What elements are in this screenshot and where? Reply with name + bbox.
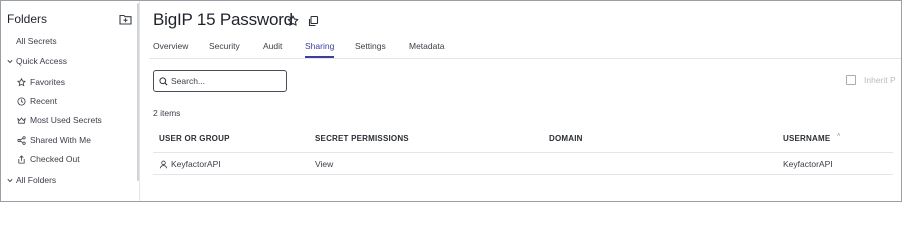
sidebar-scrollbar[interactable] [137,3,139,181]
sidebar-item-label: All Secrets [16,36,57,46]
sidebar-item-label: All Folders [16,175,57,185]
inherit-permissions[interactable]: Inherit P [846,75,896,85]
user-or-group-name: KeyfactorAPI [171,159,221,169]
sidebar-item-recent[interactable]: Recent [16,96,57,106]
sidebar-item-favorites[interactable]: Favorites [16,77,65,87]
header-divider [153,152,893,153]
sidebar-item-all-folders[interactable]: All Folders [6,175,56,185]
crown-icon [16,115,26,125]
chevron-down-icon [6,175,13,185]
sort-ascending-icon[interactable]: ˄ [837,133,841,139]
search-icon [159,76,168,85]
app-window: Folders All Secrets Quick Access Favorit… [0,0,902,202]
tab-sharing[interactable]: Sharing [305,41,334,51]
tab-settings[interactable]: Settings [355,41,386,51]
tab-security[interactable]: Security [209,41,240,51]
sidebar-item-label: Favorites [30,77,65,87]
tab-metadata[interactable]: Metadata [409,41,444,51]
sidebar-item-label: Recent [30,96,57,106]
sidebar-item-shared-with-me[interactable]: Shared With Me [16,135,91,145]
column-header-domain[interactable]: DOMAIN [549,134,583,143]
sidebar-item-label: Shared With Me [30,135,91,145]
sidebar-item-quick-access[interactable]: Quick Access [6,56,67,66]
search-box[interactable] [153,70,287,92]
share-icon [16,135,26,145]
star-icon [16,77,26,87]
inherit-label: Inherit P [864,75,896,85]
chevron-down-icon [6,56,13,66]
tabs-divider [149,58,901,59]
sidebar-item-most-used-secrets[interactable]: Most Used Secrets [16,115,102,125]
user-icon [159,160,168,168]
row-divider [153,174,893,175]
clock-icon [16,96,26,106]
sidebar-title: Folders [7,12,48,26]
tab-audit[interactable]: Audit [263,41,282,51]
folders-sidebar: Folders All Secrets Quick Access Favorit… [1,1,140,201]
column-header-user-or-group[interactable]: USER OR GROUP [159,134,230,143]
sidebar-item-checked-out[interactable]: Checked Out [16,154,80,164]
cell-secret-permissions[interactable]: View [315,159,333,169]
sidebar-item-label: Quick Access [16,56,68,66]
column-header-username[interactable]: USERNAME [783,134,830,143]
search-input[interactable] [171,76,276,86]
column-header-secret-permissions[interactable]: SECRET PERMISSIONS [315,134,409,143]
cell-username: KeyfactorAPI [783,159,833,169]
inherit-checkbox[interactable] [846,75,856,85]
sidebar-item-label: Most Used Secrets [30,115,102,125]
copy-icon[interactable] [307,14,319,32]
favorite-star-icon[interactable] [287,14,299,32]
folder-plus-icon[interactable] [119,12,132,25]
item-count: 2 items [153,108,181,118]
cell-user-or-group[interactable]: KeyfactorAPI [159,159,221,169]
tab-overview[interactable]: Overview [153,41,188,51]
page-title: BigIP 15 Password [153,10,293,29]
sidebar-item-all-secrets[interactable]: All Secrets [16,36,57,46]
checkout-icon [16,154,26,164]
sidebar-item-label: Checked Out [30,154,80,164]
